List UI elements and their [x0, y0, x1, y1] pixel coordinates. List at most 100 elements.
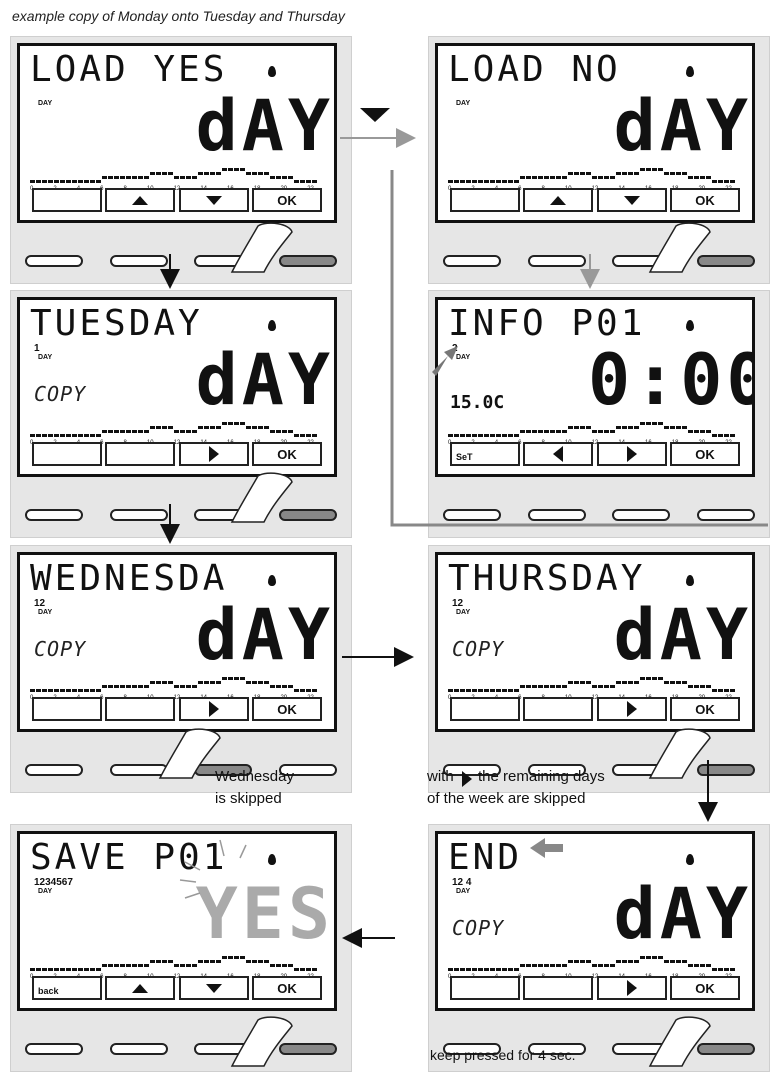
hour-bars: [448, 164, 742, 184]
display-line1: TUESDAY: [30, 303, 203, 344]
ok-key[interactable]: OK: [669, 442, 740, 466]
softkey-row: back OK: [32, 976, 322, 1002]
physical-button[interactable]: [25, 255, 83, 267]
blank-key[interactable]: [32, 697, 102, 721]
ok-key[interactable]: OK: [669, 188, 740, 212]
physical-button[interactable]: [527, 509, 586, 521]
caption: example copy of Monday onto Tuesday and …: [12, 8, 345, 24]
blank-key[interactable]: [523, 697, 594, 721]
up-arrow-key[interactable]: [105, 188, 176, 212]
physical-button[interactable]: [612, 509, 671, 521]
blank-key[interactable]: [32, 442, 102, 466]
ok-key[interactable]: OK: [669, 976, 740, 1000]
physical-button[interactable]: [527, 255, 586, 267]
down-arrow-icon: [360, 108, 390, 122]
physical-button[interactable]: [443, 255, 501, 267]
display-line1: SAVE P01: [30, 837, 228, 878]
right-arrow-key[interactable]: [596, 976, 667, 1000]
hour-bars: [448, 418, 742, 438]
right-arrow-key[interactable]: [596, 697, 667, 721]
display-line1: END: [448, 837, 523, 878]
day-label: DAY: [38, 354, 53, 361]
physical-button[interactable]: [696, 764, 755, 776]
right-arrow-key[interactable]: [596, 442, 667, 466]
softkey-row: OK: [450, 188, 740, 214]
physical-button[interactable]: [612, 764, 671, 776]
ok-key[interactable]: OK: [251, 442, 322, 466]
button-row: [443, 509, 755, 523]
hour-bars: [30, 673, 324, 693]
day-label: DAY: [38, 609, 53, 616]
physical-button[interactable]: [109, 509, 168, 521]
physical-button[interactable]: [278, 255, 337, 267]
physical-button[interactable]: [109, 764, 168, 776]
blank-key[interactable]: [450, 697, 520, 721]
softkey-row: SeT OK: [450, 442, 740, 468]
wednesday-skipped-label-2: is skipped: [215, 790, 282, 807]
physical-button[interactable]: [25, 764, 83, 776]
day-numbers: 1234567: [34, 877, 73, 888]
copy-label: COPY: [34, 382, 87, 406]
physical-button[interactable]: [194, 255, 253, 267]
flame-icon: [686, 854, 694, 865]
physical-button[interactable]: [696, 509, 755, 521]
down-arrow-key[interactable]: [596, 188, 667, 212]
ok-key[interactable]: OK: [251, 976, 322, 1000]
day-label: DAY: [456, 609, 471, 616]
set-key[interactable]: SeT: [450, 442, 520, 466]
physical-button[interactable]: [612, 1043, 671, 1055]
blank-key[interactable]: [450, 976, 520, 1000]
day-numbers: 12: [34, 598, 46, 609]
physical-button[interactable]: [25, 1043, 83, 1055]
blank-key[interactable]: [32, 188, 102, 212]
blank-key[interactable]: [105, 442, 176, 466]
blank-key[interactable]: [450, 188, 520, 212]
physical-button[interactable]: [696, 255, 755, 267]
left-arrow-key[interactable]: [523, 442, 594, 466]
day-numbers: 12: [452, 598, 464, 609]
big-display: dAY: [613, 85, 752, 167]
day-label: DAY: [456, 888, 471, 895]
ok-key[interactable]: OK: [669, 697, 740, 721]
display-line1: INFO P01: [448, 303, 646, 344]
physical-button[interactable]: [25, 509, 83, 521]
blank-key[interactable]: [105, 697, 176, 721]
lcd-screen: TUESDAY 1 DAY COPY dAY 0 2 4 6 8 10 12 14 16 18 20 22 OK: [17, 297, 337, 477]
copy-label: COPY: [452, 916, 505, 940]
physical-button[interactable]: [109, 1043, 168, 1055]
keep-pressed-label: keep pressed for 4 sec.: [430, 1047, 576, 1063]
button-row: [25, 1043, 337, 1057]
up-arrow-key[interactable]: [105, 976, 176, 1000]
physical-button[interactable]: [612, 255, 671, 267]
button-row: [443, 255, 755, 269]
big-display: dAY: [613, 873, 752, 955]
blank-key[interactable]: [523, 976, 594, 1000]
physical-button[interactable]: [278, 1043, 337, 1055]
right-arrow-key[interactable]: [178, 697, 249, 721]
display-line1: WEDNESDA: [30, 558, 228, 599]
back-key[interactable]: back: [32, 976, 102, 1000]
thermostat-panel: INFO P01 2 DAY 15.0C 0:00 0 2 4 6 8 10 12 14 16 18 20 22…: [428, 290, 770, 538]
remaining-days-label-1b: the remaining days: [478, 768, 605, 785]
physical-button[interactable]: [696, 1043, 755, 1055]
ok-key[interactable]: OK: [251, 188, 322, 212]
remaining-days-label-2: of the week are skipped: [427, 790, 586, 807]
thermostat-panel: WEDNESDA 12 DAY COPY dAY 0 2 4 6 8 10 12 14 16 18 20 22 O…: [10, 545, 352, 793]
physical-button[interactable]: [278, 509, 337, 521]
physical-button[interactable]: [443, 509, 501, 521]
right-triangle-icon: [462, 771, 472, 787]
ok-key[interactable]: OK: [251, 697, 322, 721]
day-numbers: 1: [34, 343, 40, 354]
physical-button[interactable]: [109, 255, 168, 267]
down-arrow-key[interactable]: [178, 976, 249, 1000]
physical-button[interactable]: [194, 509, 253, 521]
hour-bars: [30, 952, 324, 972]
physical-button[interactable]: [194, 1043, 253, 1055]
up-arrow-key[interactable]: [523, 188, 594, 212]
right-arrow-key[interactable]: [178, 442, 249, 466]
big-display: YES: [195, 873, 334, 955]
lcd-screen: END 12 4 DAY COPY dAY 0 2 4 6 8 10 12 14 16 18 20 22 OK: [435, 831, 755, 1011]
down-arrow-key[interactable]: [178, 188, 249, 212]
thermostat-panel: END 12 4 DAY COPY dAY 0 2 4 6 8 10 12 14 16 18 20 22 OK: [428, 824, 770, 1072]
day-numbers: 2: [452, 343, 458, 354]
